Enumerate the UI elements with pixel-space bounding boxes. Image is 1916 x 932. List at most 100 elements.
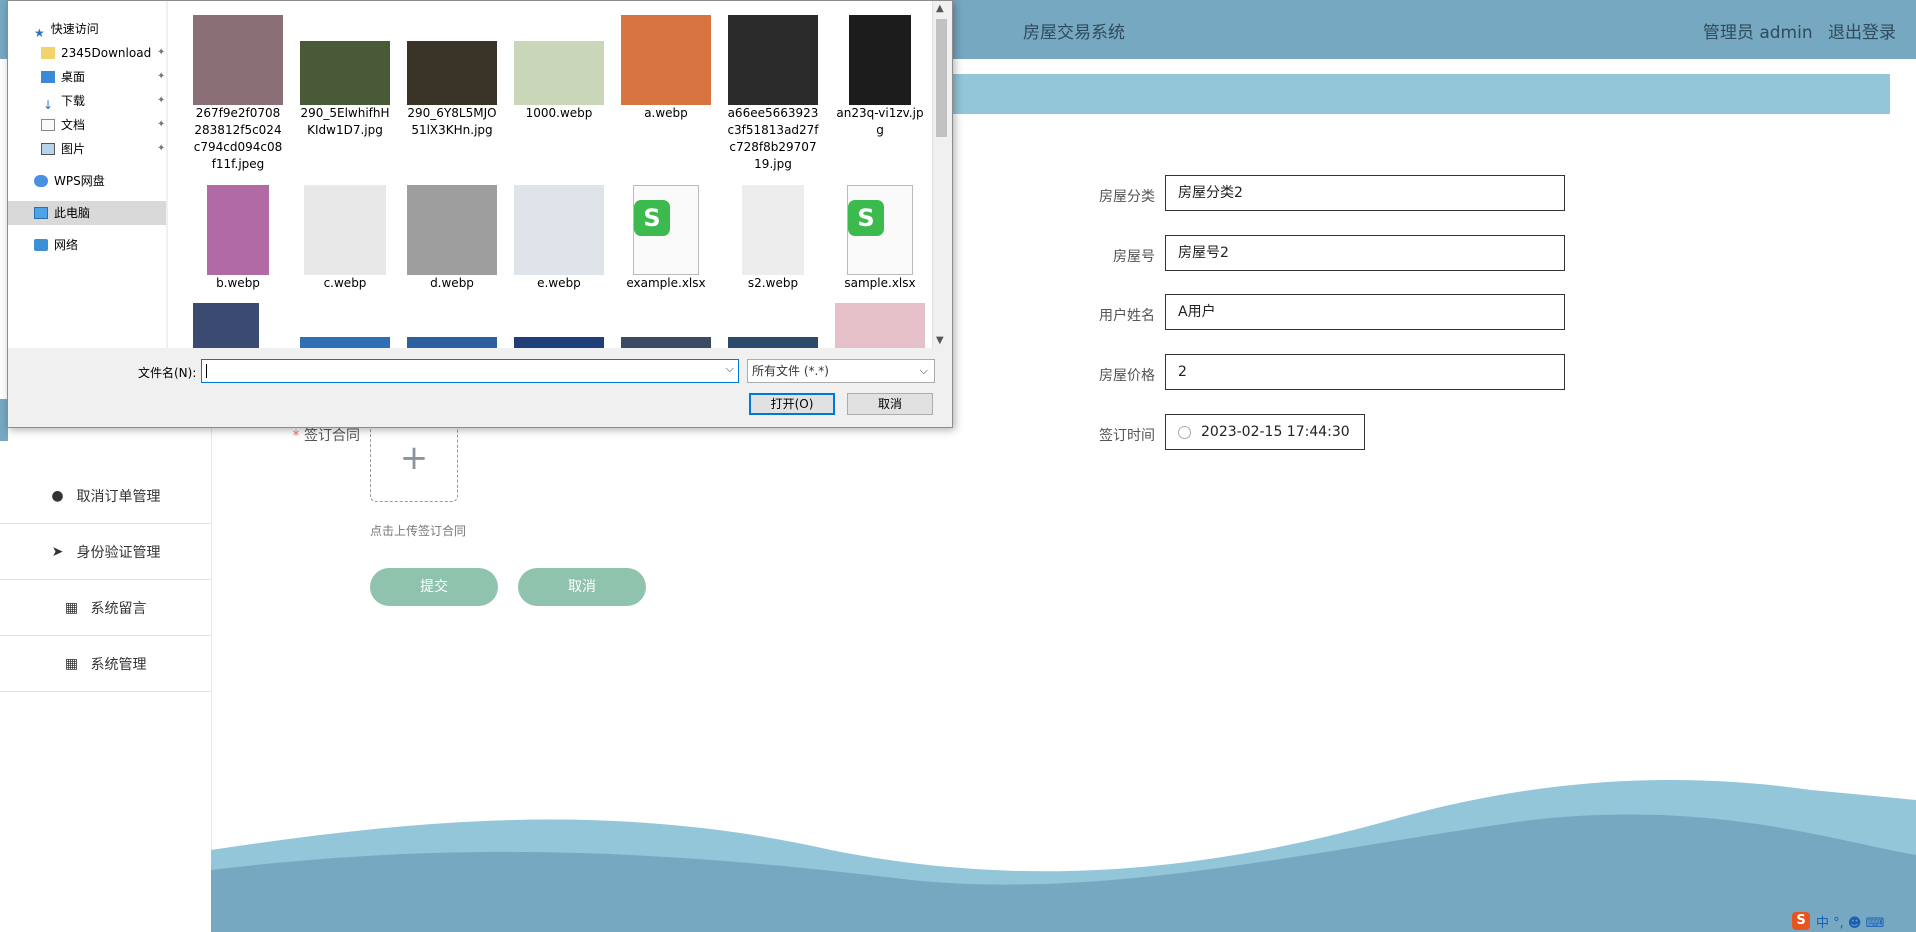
file-list: 267f9e2f0708283812f5c024c794cd094c08f11f… bbox=[168, 1, 932, 348]
filename-input[interactable]: ⌵ bbox=[201, 359, 739, 383]
file-item[interactable]: Sexample.xlsx bbox=[616, 183, 716, 292]
admin-label: 管理员 admin bbox=[1702, 23, 1813, 43]
image-thumbnail bbox=[621, 15, 711, 105]
file-item[interactable]: b.webp bbox=[188, 183, 288, 292]
nav-label: 快速访问 bbox=[50, 22, 99, 36]
file-item[interactable]: s2.webp bbox=[723, 183, 823, 292]
scroll-up-icon[interactable]: ▲ bbox=[936, 3, 944, 14]
file-item[interactable]: 290_5ElwhifhHKIdw1D7.jpg bbox=[295, 13, 395, 139]
cancel-button[interactable]: 取消 bbox=[518, 568, 646, 606]
nav-item-desktop[interactable]: 桌面 ✦ bbox=[41, 67, 165, 87]
price-input[interactable]: 2 bbox=[1165, 354, 1565, 390]
nav-label: 网络 bbox=[54, 238, 79, 252]
file-item[interactable]: 290_6Y8L5MJO51lX3KHn.jpg bbox=[402, 13, 502, 139]
app-title: 房屋交易系统 bbox=[1023, 23, 1125, 43]
sign-time-value: 2023-02-15 17:44:30 bbox=[1201, 424, 1350, 440]
image-thumbnail bbox=[514, 41, 604, 105]
document-icon bbox=[41, 119, 55, 131]
computer-icon bbox=[34, 207, 48, 219]
required-mark: * bbox=[292, 428, 300, 444]
nav-item-downloads[interactable]: ↓ 下载 ✦ bbox=[41, 91, 165, 112]
field-label-house-no: 房屋号 bbox=[1113, 249, 1155, 265]
nav-quick-access[interactable]: ★ 快速访问 bbox=[34, 19, 99, 40]
sidebar-item-label: 系统留言 bbox=[90, 600, 147, 617]
file-item[interactable]: e.webp bbox=[509, 183, 609, 292]
nav-label: 此电脑 bbox=[54, 206, 91, 220]
file-item[interactable]: 267f9e2f0708283812f5c024c794cd094c08f11f… bbox=[188, 13, 288, 173]
file-item[interactable]: a.webp bbox=[616, 13, 716, 122]
file-name: b.webp bbox=[216, 276, 260, 290]
file-name: sample.xlsx bbox=[844, 276, 916, 290]
file-item[interactable]: 1000.webp bbox=[509, 13, 609, 122]
scrollbar-thumb[interactable] bbox=[936, 19, 947, 137]
paper-plane-icon: ➤ bbox=[51, 543, 64, 560]
clock-icon bbox=[1178, 425, 1191, 439]
file-item[interactable]: Ssample.xlsx bbox=[830, 183, 930, 292]
grid-icon: ▦ bbox=[64, 655, 79, 672]
image-thumbnail bbox=[207, 185, 269, 275]
file-name: c.webp bbox=[323, 276, 367, 290]
sidebar-item-messages[interactable]: ▦ 系统留言 bbox=[0, 580, 211, 636]
image-thumbnail-partial[interactable] bbox=[728, 337, 818, 348]
sidebar-item-identity[interactable]: ➤ 身份验证管理 bbox=[0, 524, 211, 580]
image-thumbnail-partial[interactable] bbox=[621, 337, 711, 348]
file-name: 267f9e2f0708283812f5c024c794cd094c08f11f… bbox=[193, 106, 283, 171]
chevron-down-icon: ⌵ bbox=[919, 364, 928, 377]
category-input[interactable]: 房屋分类2 bbox=[1165, 175, 1565, 211]
sign-time-picker[interactable]: 2023-02-15 17:44:30 bbox=[1165, 414, 1365, 450]
nav-item-documents[interactable]: 文档 ✦ bbox=[41, 115, 165, 135]
username-input[interactable]: A用户 bbox=[1165, 294, 1565, 330]
image-thumbnail-partial[interactable] bbox=[514, 337, 604, 348]
file-item[interactable]: c.webp bbox=[295, 183, 395, 292]
nav-label: 下载 bbox=[61, 94, 86, 108]
file-name: example.xlsx bbox=[626, 276, 706, 290]
logout-link[interactable]: 退出登录 bbox=[1828, 23, 1896, 43]
decorative-waves bbox=[211, 780, 1916, 932]
field-label-price: 房屋价格 bbox=[1099, 368, 1155, 384]
file-name: a.webp bbox=[644, 106, 688, 120]
image-thumbnail-partial[interactable] bbox=[835, 303, 925, 348]
file-item[interactable]: d.webp bbox=[402, 183, 502, 292]
ime-toolbar[interactable]: S 中 °, ☻ ⌨ bbox=[1792, 910, 1916, 932]
plus-icon: + bbox=[399, 438, 429, 478]
chevron-down-icon[interactable]: ⌵ bbox=[726, 362, 734, 376]
sidebar-item-system[interactable]: ▦ 系统管理 bbox=[0, 636, 211, 692]
image-thumbnail bbox=[514, 185, 604, 275]
dialog-cancel-button[interactable]: 取消 bbox=[847, 393, 933, 415]
open-button[interactable]: 打开(O) bbox=[749, 393, 835, 415]
desktop-icon bbox=[41, 71, 55, 83]
image-thumbnail bbox=[742, 185, 804, 275]
submit-button[interactable]: 提交 bbox=[370, 568, 498, 606]
upload-tip: 点击上传签订合同 bbox=[370, 524, 467, 538]
sidebar-item-cancel-orders[interactable]: ● 取消订单管理 bbox=[0, 468, 211, 524]
nav-this-pc[interactable]: 此电脑 bbox=[34, 203, 90, 223]
sidebar-item-label: 身份验证管理 bbox=[76, 544, 161, 561]
contract-label-text: 签订合同 bbox=[304, 428, 360, 444]
field-label-username: 用户姓名 bbox=[1099, 308, 1155, 324]
text-caret bbox=[206, 364, 207, 378]
house-no-input[interactable]: 房屋号2 bbox=[1165, 235, 1565, 271]
nav-label: 桌面 bbox=[61, 70, 86, 84]
image-thumbnail-partial[interactable] bbox=[193, 303, 259, 348]
file-name: s2.webp bbox=[747, 276, 799, 290]
file-item[interactable]: an23q-vi1zv.jpg bbox=[830, 13, 930, 139]
field-label-sign-time: 签订时间 bbox=[1099, 428, 1155, 444]
scroll-down-icon[interactable]: ▼ bbox=[936, 335, 944, 346]
nav-network[interactable]: 网络 bbox=[34, 235, 78, 255]
nav-item-2345download[interactable]: 2345Download ✦ bbox=[41, 43, 165, 63]
image-thumbnail bbox=[728, 15, 818, 105]
file-list-scrollbar[interactable]: ▲ ▼ bbox=[932, 1, 950, 348]
image-thumbnail bbox=[300, 41, 390, 105]
file-name: 290_6Y8L5MJO51lX3KHn.jpg bbox=[407, 106, 497, 137]
file-name: a66ee5663923c3f51813ad27fc728f8b2970719.… bbox=[727, 106, 819, 171]
file-name: e.webp bbox=[537, 276, 581, 290]
nav-wps-drive[interactable]: WPS网盘 bbox=[34, 171, 105, 191]
image-thumbnail bbox=[849, 15, 911, 105]
file-type-filter[interactable]: 所有文件 (*.*) ⌵ bbox=[747, 359, 935, 383]
image-thumbnail bbox=[407, 185, 497, 275]
file-item[interactable]: a66ee5663923c3f51813ad27fc728f8b2970719.… bbox=[723, 13, 823, 173]
image-thumbnail-partial[interactable] bbox=[407, 337, 497, 348]
nav-item-pictures[interactable]: 图片 ✦ bbox=[41, 139, 165, 159]
user-area: 管理员 admin 退出登录 bbox=[1693, 18, 1896, 43]
image-thumbnail-partial[interactable] bbox=[300, 337, 390, 348]
